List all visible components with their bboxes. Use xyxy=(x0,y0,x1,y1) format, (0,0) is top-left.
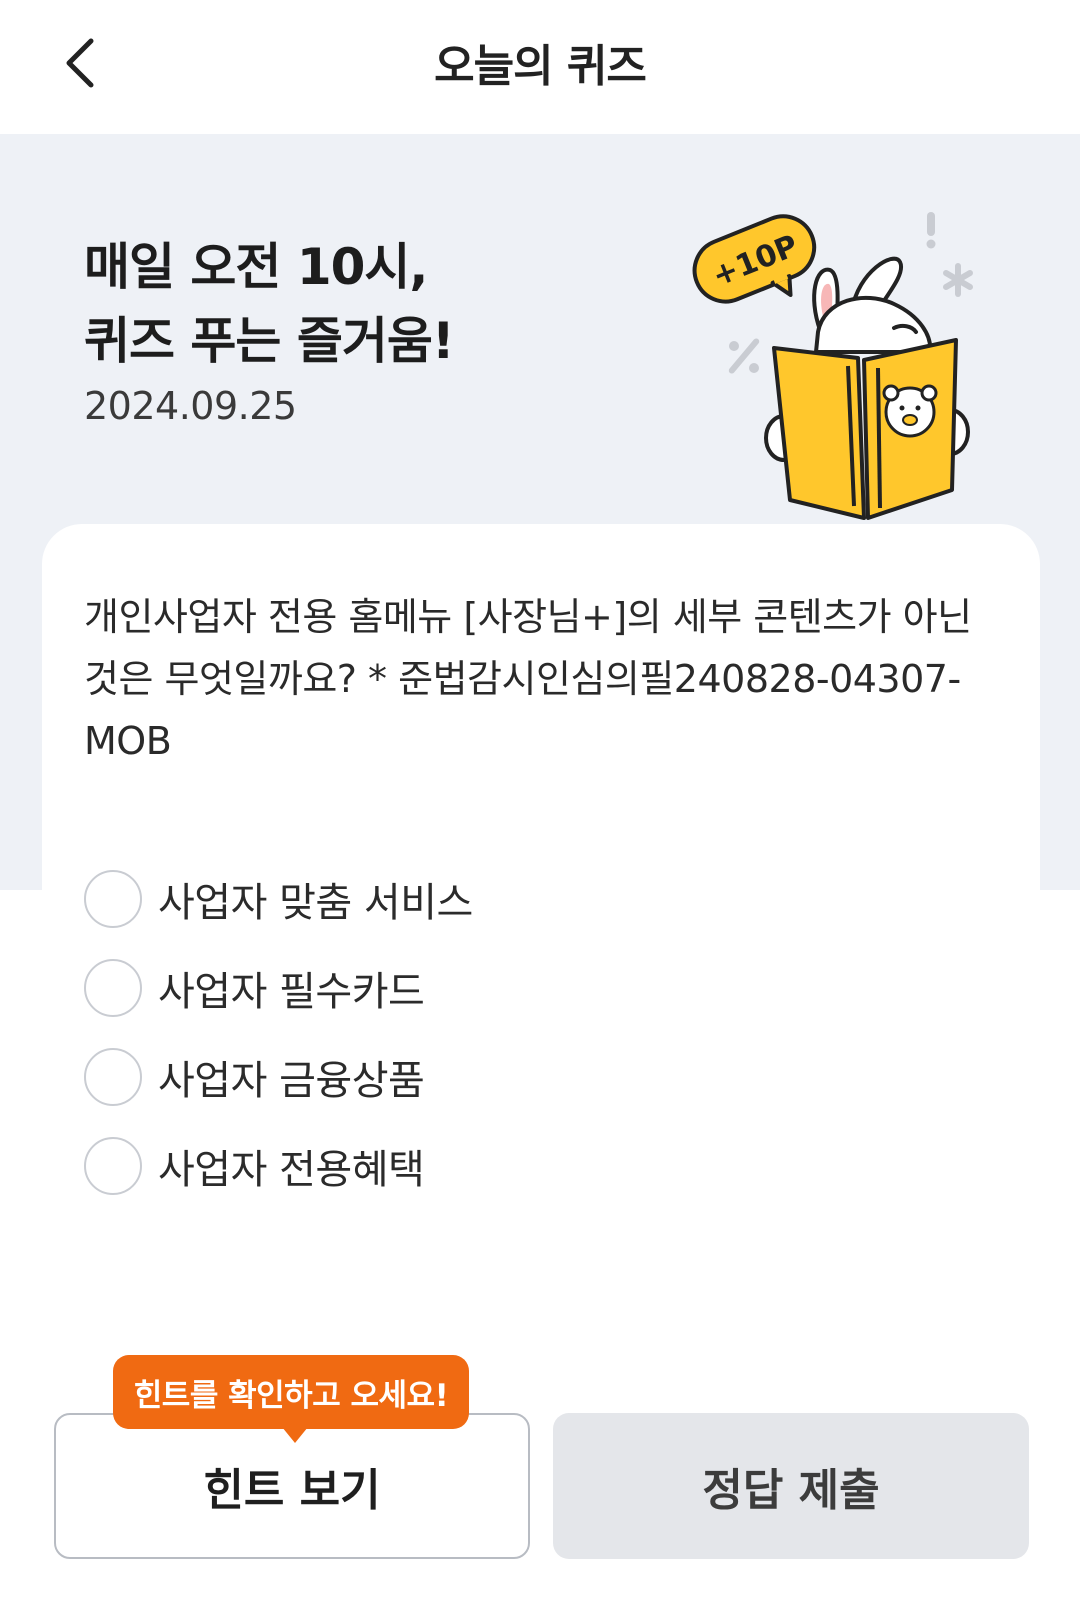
answer-option-label: 사업자 전용혜택 xyxy=(158,1146,425,1193)
submit-answer-button[interactable]: 정답 제출 xyxy=(553,1413,1029,1559)
answer-option-label: 사업자 맞춤 서비스 xyxy=(158,879,473,926)
answer-option-3[interactable]: 사업자 금융상품 xyxy=(84,1032,473,1121)
radio-circle-icon[interactable] xyxy=(84,958,142,1017)
points-badge: +10P xyxy=(692,214,817,304)
tooltip-tail xyxy=(282,1427,308,1443)
quiz-question: 개인사업자 전용 홈메뉴 [사장님+]의 세부 콘텐츠가 아닌 것은 무엇일까요… xyxy=(84,595,972,763)
rabbit-reading-book-illustration: +10P xyxy=(692,212,973,520)
hero-title: 매일 오전 10시, 퀴즈 푸는 즐거움! xyxy=(84,238,455,370)
radio-circle-icon[interactable] xyxy=(84,1047,142,1106)
answer-option-label: 사업자 필수카드 xyxy=(158,968,425,1015)
answer-option-4[interactable]: 사업자 전용혜택 xyxy=(84,1121,473,1210)
top-bar: 오늘의 퀴즈 xyxy=(0,0,1080,134)
radio-circle-icon[interactable] xyxy=(84,869,142,928)
answer-option-2[interactable]: 사업자 필수카드 xyxy=(84,943,473,1032)
answer-options: 사업자 맞춤 서비스 사업자 필수카드 사업자 금융상품 사업자 전용혜택 xyxy=(84,854,473,1210)
hint-tooltip: 힌트를 확인하고 오세요! xyxy=(113,1355,469,1429)
quiz-date: 2024.09.25 xyxy=(84,384,297,428)
radio-circle-icon[interactable] xyxy=(84,1136,142,1195)
page-title: 오늘의 퀴즈 xyxy=(434,41,647,92)
answer-option-1[interactable]: 사업자 맞춤 서비스 xyxy=(84,854,473,943)
answer-option-label: 사업자 금융상품 xyxy=(158,1057,425,1104)
